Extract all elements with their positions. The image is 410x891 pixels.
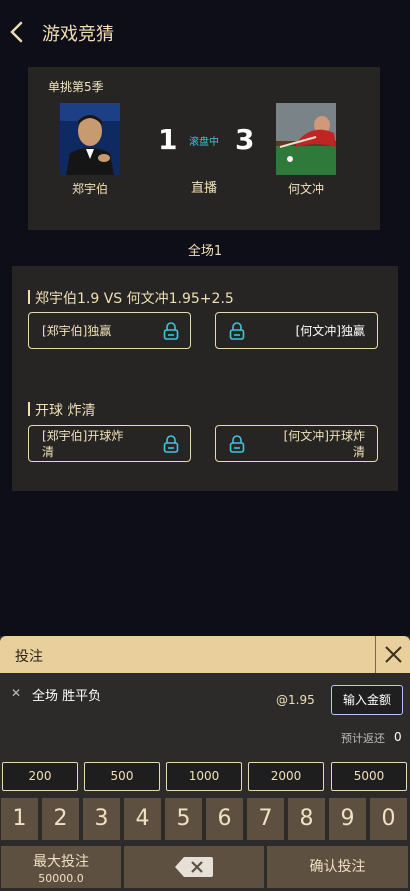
league-name: 单挑第5季 [48,80,104,94]
keypad-key[interactable]: 3 [83,798,120,840]
period-label: 全场1 [187,244,223,259]
option-label: [郑宇伯]开球炸 [42,429,124,443]
return-label: 预计返还 [341,732,385,745]
home-player-photo [60,103,120,175]
away-player-photo [276,103,336,175]
lock-icon [229,322,245,340]
quick-amount-button[interactable]: 500 [84,762,160,791]
bet-slip-header: 投注 [0,636,410,673]
keypad-key[interactable]: 8 [288,798,325,840]
away-player-name: 何文冲 [287,182,324,196]
live-stream-link[interactable]: 直播 [174,177,234,196]
amount-input-button[interactable]: 输入金额 [331,685,403,715]
close-icon [385,646,402,663]
option-label-line2: 清 [352,445,365,459]
keypad-key[interactable]: 6 [206,798,243,840]
market-title: 郑宇伯1.9 VS 何文冲1.95+2.5 [28,288,234,308]
backspace-icon [175,857,213,877]
bet-slip-panel: 投注 ✕ 全场 胜平负 @1.95 输入金额 预计返还 0 200 500 10… [0,636,410,891]
keypad-key[interactable]: 2 [42,798,79,840]
option-label-line2: 清 [42,445,55,459]
keypad-key[interactable]: 7 [247,798,284,840]
keypad-key[interactable]: 1 [1,798,38,840]
bet-slip-title: 投注 [15,649,43,665]
max-bet-value: 50000.0 [38,872,84,885]
away-score: 3 [235,123,255,156]
option-label: [郑宇伯]独赢 [42,324,112,338]
market-title: 开球 炸清 [28,400,95,420]
option-label: [何文冲]独赢 [295,324,365,338]
page-title: 游戏竞猜 [42,24,114,45]
back-arrow-icon[interactable] [8,20,26,44]
option-label: [何文冲]开球炸 [283,429,365,443]
max-bet-button[interactable]: 最大投注 50000.0 [1,846,121,888]
bet-option-home-break-clear[interactable]: [郑宇伯]开球炸 清 [28,425,191,462]
keypad-key[interactable]: 5 [165,798,202,840]
home-player-name: 郑宇伯 [71,182,108,196]
quick-amount-button[interactable]: 200 [2,762,78,791]
keypad-key[interactable]: 0 [370,798,407,840]
lock-icon [163,322,179,340]
quick-amount-button[interactable]: 1000 [166,762,242,791]
app-header: 游戏竞猜 [0,0,410,66]
close-button[interactable] [375,636,410,673]
bet-option-home-win[interactable]: [郑宇伯]独赢 [28,312,191,349]
keypad-key[interactable]: 4 [124,798,161,840]
confirm-bet-button[interactable]: 确认投注 [267,846,408,888]
return-value: 0 [394,730,402,744]
match-card: 单挑第5季 郑宇伯 何文冲 1 滚盘中 3 直播 [28,67,380,230]
lock-icon [163,435,179,453]
home-score: 1 [158,123,178,156]
backspace-button[interactable] [124,846,264,888]
bet-odds: @1.95 [276,693,315,707]
quick-amount-button[interactable]: 5000 [331,762,407,791]
bet-option-away-break-clear[interactable]: [何文冲]开球炸 清 [215,425,378,462]
bet-selection: 全场 胜平负 [32,689,102,704]
remove-selection-icon[interactable]: ✕ [11,686,21,700]
bet-option-away-win[interactable]: [何文冲]独赢 [215,312,378,349]
markets-panel: 郑宇伯1.9 VS 何文冲1.95+2.5 [郑宇伯]独赢 [何文冲]独赢 开球… [12,266,398,491]
max-bet-label: 最大投注 [33,854,89,870]
quick-amount-button[interactable]: 2000 [248,762,324,791]
keypad-key[interactable]: 9 [329,798,366,840]
match-status: 滚盘中 [189,137,219,148]
lock-icon [229,435,245,453]
